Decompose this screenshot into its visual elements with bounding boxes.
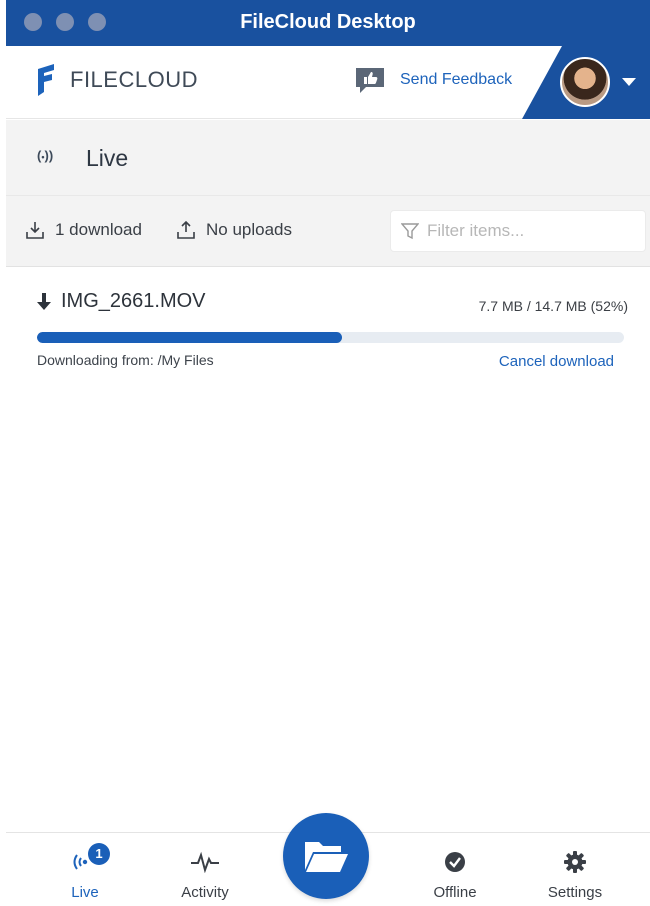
live-signal-icon: (•)) <box>37 148 54 163</box>
transfer-size: 7.7 MB / 14.7 MB (52%) <box>478 298 628 314</box>
nav-item-settings[interactable]: Settings <box>525 833 625 906</box>
live-signal-icon <box>35 849 135 875</box>
transfer-file: IMG_2661.MOV <box>36 290 206 313</box>
nav-label-activity: Activity <box>181 884 229 901</box>
nav-label-live: Live <box>71 884 99 901</box>
chevron-down-icon <box>622 78 636 86</box>
transfer-item: IMG_2661.MOV 7.7 MB / 14.7 MB (52%) Down… <box>6 268 650 388</box>
cancel-download-link[interactable]: Cancel download <box>499 353 614 370</box>
app-header: FILECLOUD Send Feedback <box>6 46 650 119</box>
filter-funnel-icon <box>401 223 419 240</box>
open-folder-button[interactable] <box>283 813 369 899</box>
live-count-badge: 1 <box>88 843 110 865</box>
avatar <box>560 57 610 107</box>
upload-tray-icon <box>177 220 195 239</box>
uploads-count-label: No uploads <box>206 220 293 239</box>
send-feedback-label: Send Feedback <box>400 71 513 88</box>
account-menu-button[interactable] <box>522 46 650 119</box>
gear-icon <box>525 849 625 875</box>
offline-check-icon <box>405 849 505 875</box>
transfer-toolbar: 1 download No uploads <box>6 195 650 267</box>
download-arrow-icon <box>37 292 51 310</box>
filecloud-logo-icon <box>38 64 54 96</box>
activity-pulse-icon <box>155 849 255 875</box>
window-title: FileCloud Desktop <box>240 11 416 33</box>
window-title-bar: FileCloud Desktop <box>6 0 650 46</box>
thumbs-up-chat-icon <box>356 68 384 93</box>
download-progress-bar <box>37 332 624 343</box>
nav-item-live[interactable]: 1 Live <box>35 833 135 906</box>
nav-label-offline: Offline <box>433 884 477 901</box>
filter-items-input[interactable] <box>427 221 627 241</box>
live-section-header: (•)) Live <box>6 120 650 195</box>
downloads-filter[interactable]: 1 download <box>25 220 142 240</box>
folder-open-icon <box>305 842 348 872</box>
brand-logo: FILECLOUD <box>36 64 198 96</box>
download-tray-icon <box>26 222 44 239</box>
nav-item-activity[interactable]: Activity <box>155 833 255 906</box>
filter-box <box>390 210 646 252</box>
nav-item-offline[interactable]: Offline <box>405 833 505 906</box>
download-source: Downloading from: /My Files <box>37 352 214 368</box>
send-feedback-button[interactable]: Send Feedback <box>354 66 512 94</box>
nav-label-settings: Settings <box>547 884 603 901</box>
uploads-filter[interactable]: No uploads <box>176 220 292 240</box>
downloads-count-label: 1 download <box>55 220 142 239</box>
brand-name: FILECLOUD <box>70 67 198 92</box>
page-title: Live <box>86 145 129 171</box>
download-progress-fill <box>37 332 343 343</box>
transfer-file-name: IMG_2661.MOV <box>61 290 206 312</box>
